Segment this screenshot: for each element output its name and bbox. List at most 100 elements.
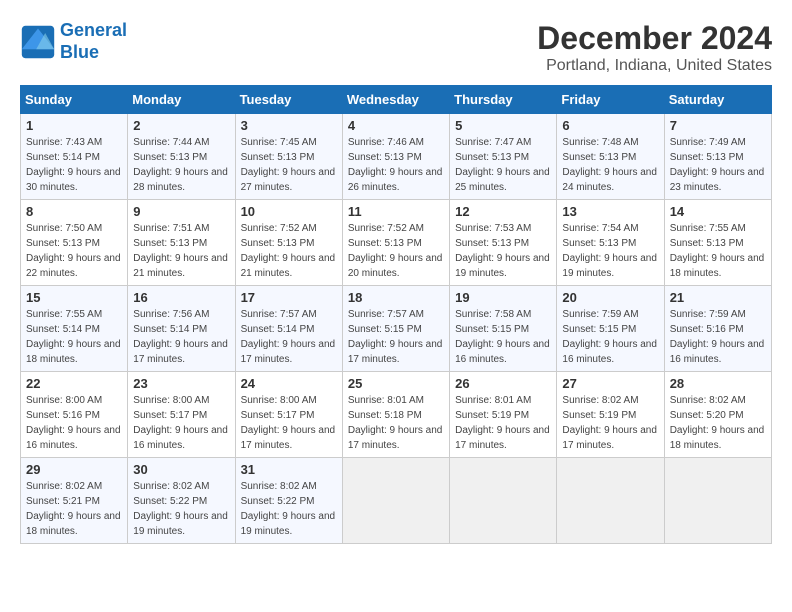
day-detail: Sunrise: 8:01 AMSunset: 5:18 PMDaylight:…	[348, 395, 443, 451]
day-detail: Sunrise: 8:00 AMSunset: 5:17 PMDaylight:…	[133, 395, 228, 451]
day-detail: Sunrise: 7:49 AMSunset: 5:13 PMDaylight:…	[670, 137, 765, 193]
calendar-cell: 31 Sunrise: 8:02 AMSunset: 5:22 PMDaylig…	[235, 458, 342, 544]
day-detail: Sunrise: 7:46 AMSunset: 5:13 PMDaylight:…	[348, 137, 443, 193]
page-subtitle: Portland, Indiana, United States	[537, 57, 772, 75]
calendar-cell: 23 Sunrise: 8:00 AMSunset: 5:17 PMDaylig…	[128, 372, 235, 458]
day-detail: Sunrise: 7:53 AMSunset: 5:13 PMDaylight:…	[455, 223, 550, 279]
day-detail: Sunrise: 8:02 AMSunset: 5:22 PMDaylight:…	[241, 481, 336, 537]
day-number: 13	[562, 204, 658, 219]
calendar-cell	[450, 458, 557, 544]
calendar-week-row: 15 Sunrise: 7:55 AMSunset: 5:14 PMDaylig…	[21, 286, 772, 372]
day-number: 19	[455, 290, 551, 305]
day-header-saturday: Saturday	[664, 86, 771, 114]
calendar-week-row: 29 Sunrise: 8:02 AMSunset: 5:21 PMDaylig…	[21, 458, 772, 544]
calendar-cell: 28 Sunrise: 8:02 AMSunset: 5:20 PMDaylig…	[664, 372, 771, 458]
logo: General Blue	[20, 20, 127, 63]
calendar-cell: 7 Sunrise: 7:49 AMSunset: 5:13 PMDayligh…	[664, 114, 771, 200]
day-number: 8	[26, 204, 122, 219]
day-header-thursday: Thursday	[450, 86, 557, 114]
calendar-cell: 4 Sunrise: 7:46 AMSunset: 5:13 PMDayligh…	[342, 114, 449, 200]
day-detail: Sunrise: 7:52 AMSunset: 5:13 PMDaylight:…	[348, 223, 443, 279]
day-number: 5	[455, 118, 551, 133]
day-detail: Sunrise: 7:55 AMSunset: 5:13 PMDaylight:…	[670, 223, 765, 279]
day-number: 2	[133, 118, 229, 133]
day-detail: Sunrise: 7:57 AMSunset: 5:14 PMDaylight:…	[241, 309, 336, 365]
day-number: 21	[670, 290, 766, 305]
day-detail: Sunrise: 7:45 AMSunset: 5:13 PMDaylight:…	[241, 137, 336, 193]
day-number: 10	[241, 204, 337, 219]
day-detail: Sunrise: 7:48 AMSunset: 5:13 PMDaylight:…	[562, 137, 657, 193]
page-title: December 2024	[537, 20, 772, 57]
calendar-cell: 15 Sunrise: 7:55 AMSunset: 5:14 PMDaylig…	[21, 286, 128, 372]
day-number: 16	[133, 290, 229, 305]
calendar-cell: 17 Sunrise: 7:57 AMSunset: 5:14 PMDaylig…	[235, 286, 342, 372]
day-number: 22	[26, 376, 122, 391]
day-number: 29	[26, 462, 122, 477]
day-detail: Sunrise: 8:01 AMSunset: 5:19 PMDaylight:…	[455, 395, 550, 451]
day-number: 24	[241, 376, 337, 391]
day-number: 31	[241, 462, 337, 477]
day-number: 14	[670, 204, 766, 219]
logo-text: General Blue	[60, 20, 127, 63]
calendar-cell: 9 Sunrise: 7:51 AMSunset: 5:13 PMDayligh…	[128, 200, 235, 286]
day-number: 9	[133, 204, 229, 219]
calendar-cell: 21 Sunrise: 7:59 AMSunset: 5:16 PMDaylig…	[664, 286, 771, 372]
calendar-cell: 2 Sunrise: 7:44 AMSunset: 5:13 PMDayligh…	[128, 114, 235, 200]
page-header: General Blue December 2024 Portland, Ind…	[20, 20, 772, 75]
calendar-cell: 25 Sunrise: 8:01 AMSunset: 5:18 PMDaylig…	[342, 372, 449, 458]
calendar-week-row: 8 Sunrise: 7:50 AMSunset: 5:13 PMDayligh…	[21, 200, 772, 286]
day-number: 7	[670, 118, 766, 133]
day-number: 11	[348, 204, 444, 219]
calendar-cell: 26 Sunrise: 8:01 AMSunset: 5:19 PMDaylig…	[450, 372, 557, 458]
title-section: December 2024 Portland, Indiana, United …	[537, 20, 772, 75]
calendar-cell: 12 Sunrise: 7:53 AMSunset: 5:13 PMDaylig…	[450, 200, 557, 286]
calendar-cell: 24 Sunrise: 8:00 AMSunset: 5:17 PMDaylig…	[235, 372, 342, 458]
calendar-cell	[557, 458, 664, 544]
calendar-cell: 30 Sunrise: 8:02 AMSunset: 5:22 PMDaylig…	[128, 458, 235, 544]
day-header-friday: Friday	[557, 86, 664, 114]
day-detail: Sunrise: 8:02 AMSunset: 5:20 PMDaylight:…	[670, 395, 765, 451]
day-detail: Sunrise: 8:02 AMSunset: 5:19 PMDaylight:…	[562, 395, 657, 451]
day-number: 23	[133, 376, 229, 391]
day-detail: Sunrise: 7:56 AMSunset: 5:14 PMDaylight:…	[133, 309, 228, 365]
day-number: 20	[562, 290, 658, 305]
day-detail: Sunrise: 8:00 AMSunset: 5:16 PMDaylight:…	[26, 395, 121, 451]
calendar-header-row: SundayMondayTuesdayWednesdayThursdayFrid…	[21, 86, 772, 114]
day-header-monday: Monday	[128, 86, 235, 114]
day-detail: Sunrise: 7:54 AMSunset: 5:13 PMDaylight:…	[562, 223, 657, 279]
calendar-cell: 6 Sunrise: 7:48 AMSunset: 5:13 PMDayligh…	[557, 114, 664, 200]
day-number: 17	[241, 290, 337, 305]
calendar-cell: 16 Sunrise: 7:56 AMSunset: 5:14 PMDaylig…	[128, 286, 235, 372]
calendar-week-row: 22 Sunrise: 8:00 AMSunset: 5:16 PMDaylig…	[21, 372, 772, 458]
calendar-cell	[342, 458, 449, 544]
calendar-cell: 14 Sunrise: 7:55 AMSunset: 5:13 PMDaylig…	[664, 200, 771, 286]
calendar-cell: 1 Sunrise: 7:43 AMSunset: 5:14 PMDayligh…	[21, 114, 128, 200]
calendar-cell: 8 Sunrise: 7:50 AMSunset: 5:13 PMDayligh…	[21, 200, 128, 286]
logo-line2: Blue	[60, 42, 99, 62]
day-detail: Sunrise: 7:52 AMSunset: 5:13 PMDaylight:…	[241, 223, 336, 279]
calendar-table: SundayMondayTuesdayWednesdayThursdayFrid…	[20, 85, 772, 544]
day-number: 25	[348, 376, 444, 391]
day-detail: Sunrise: 7:43 AMSunset: 5:14 PMDaylight:…	[26, 137, 121, 193]
day-number: 15	[26, 290, 122, 305]
day-detail: Sunrise: 7:59 AMSunset: 5:15 PMDaylight:…	[562, 309, 657, 365]
day-detail: Sunrise: 7:51 AMSunset: 5:13 PMDaylight:…	[133, 223, 228, 279]
calendar-cell: 27 Sunrise: 8:02 AMSunset: 5:19 PMDaylig…	[557, 372, 664, 458]
day-number: 18	[348, 290, 444, 305]
calendar-cell: 29 Sunrise: 8:02 AMSunset: 5:21 PMDaylig…	[21, 458, 128, 544]
day-number: 26	[455, 376, 551, 391]
day-number: 27	[562, 376, 658, 391]
day-header-sunday: Sunday	[21, 86, 128, 114]
day-detail: Sunrise: 8:02 AMSunset: 5:22 PMDaylight:…	[133, 481, 228, 537]
day-header-tuesday: Tuesday	[235, 86, 342, 114]
calendar-cell: 20 Sunrise: 7:59 AMSunset: 5:15 PMDaylig…	[557, 286, 664, 372]
day-number: 1	[26, 118, 122, 133]
day-number: 3	[241, 118, 337, 133]
day-number: 30	[133, 462, 229, 477]
day-detail: Sunrise: 7:44 AMSunset: 5:13 PMDaylight:…	[133, 137, 228, 193]
day-number: 4	[348, 118, 444, 133]
day-detail: Sunrise: 7:59 AMSunset: 5:16 PMDaylight:…	[670, 309, 765, 365]
day-number: 28	[670, 376, 766, 391]
day-header-wednesday: Wednesday	[342, 86, 449, 114]
day-detail: Sunrise: 8:00 AMSunset: 5:17 PMDaylight:…	[241, 395, 336, 451]
